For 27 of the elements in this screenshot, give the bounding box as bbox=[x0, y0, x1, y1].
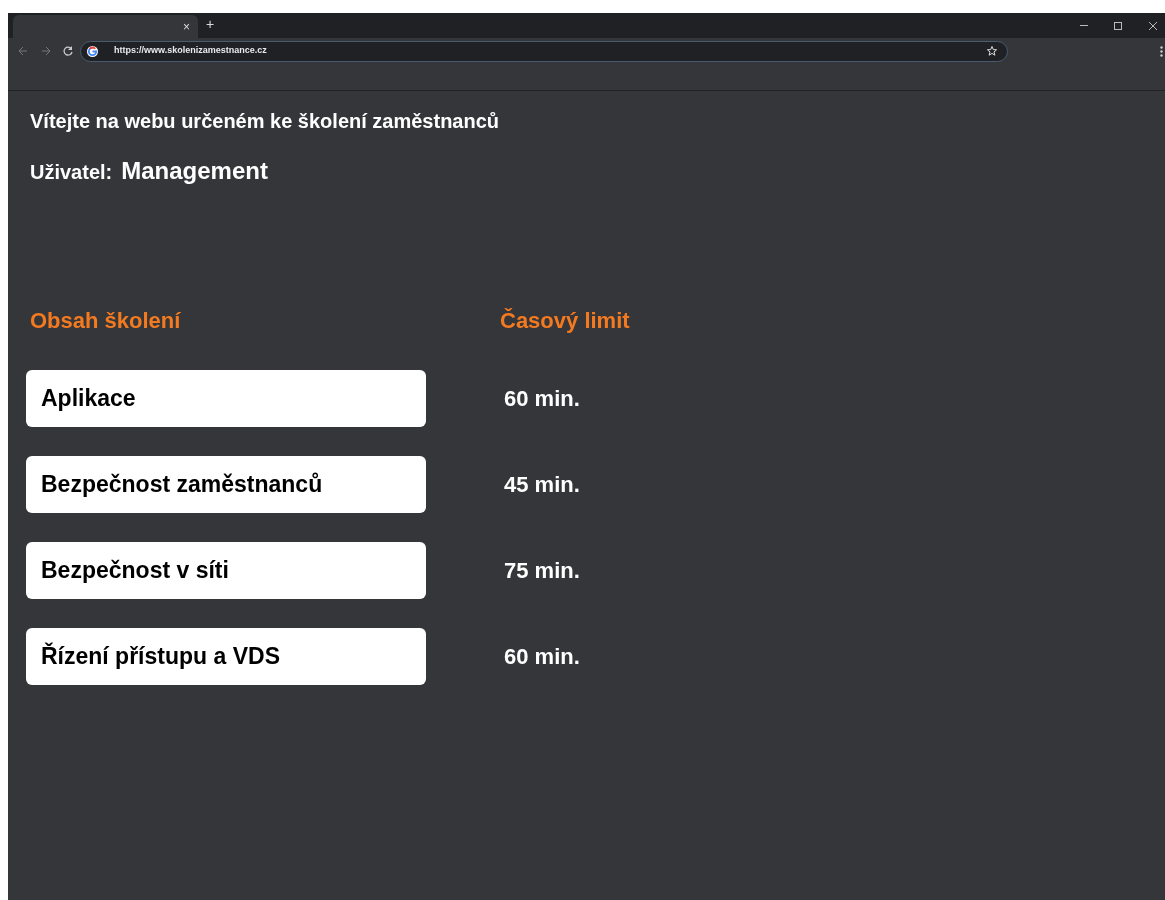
column-heading: Obsah školení bbox=[30, 307, 182, 335]
google-icon bbox=[87, 45, 98, 57]
back-icon[interactable] bbox=[18, 46, 28, 56]
column-heading: Časový limit bbox=[500, 307, 630, 335]
browser-tab[interactable]: × bbox=[13, 15, 198, 38]
time-limit: 45 min. bbox=[504, 471, 580, 499]
minimize-icon[interactable] bbox=[1080, 24, 1088, 27]
time-limit: 60 min. bbox=[504, 643, 580, 671]
time-limit: 75 min. bbox=[504, 557, 580, 585]
new-tab-button[interactable]: + bbox=[206, 14, 215, 35]
course-button[interactable]: Bezpečnost v síti bbox=[26, 542, 426, 599]
reload-icon[interactable] bbox=[63, 46, 73, 56]
welcome-heading: Vítejte na webu určeném ke školení zaměstnanců bbox=[30, 109, 501, 134]
forward-icon[interactable] bbox=[41, 46, 51, 56]
restore-icon[interactable] bbox=[1114, 21, 1123, 30]
url-text: https://www.skolenizamestnance.cz bbox=[114, 44, 267, 58]
user-name: Management bbox=[121, 156, 268, 186]
star-icon[interactable] bbox=[987, 46, 997, 56]
user-label: Uživatel: bbox=[30, 160, 113, 185]
course-button[interactable]: Aplikace bbox=[26, 370, 426, 427]
course-button[interactable]: Bezpečnost zaměstnanců bbox=[26, 456, 426, 513]
menu-icon[interactable] bbox=[1160, 45, 1163, 57]
address-bar[interactable]: https://www.skolenizamestnance.cz bbox=[80, 40, 1008, 62]
time-limit: 60 min. bbox=[504, 385, 580, 413]
close-icon[interactable] bbox=[1149, 21, 1157, 30]
course-button[interactable]: Řízení přístupu a VDS bbox=[26, 628, 426, 685]
close-tab-button[interactable]: × bbox=[183, 17, 190, 36]
